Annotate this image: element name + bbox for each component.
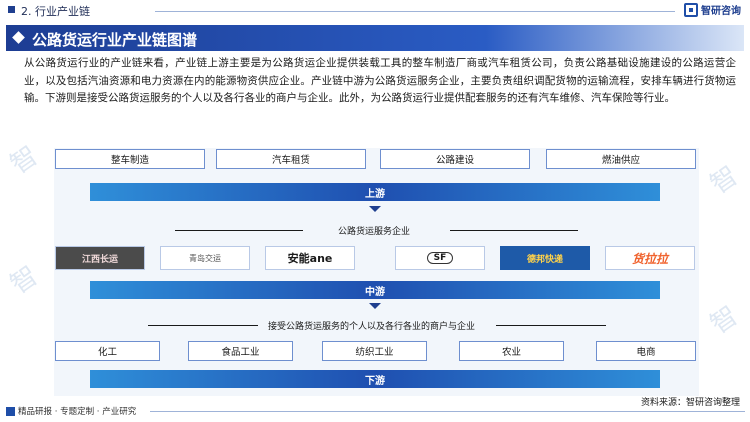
diamond-icon [12,31,25,44]
downstream-sub-label: 接受公路货运服务的个人以及各行各业的商户与企业 [268,322,476,332]
footer-tagline: 精品研报 · 专题定制 · 产业研究 [6,405,136,417]
downstream-item: 化工 [55,341,160,361]
downstream-band: 下游 [90,370,660,388]
downstream-item: 纺织工业 [322,341,427,361]
report-icon [6,407,15,416]
page-header: 2. 行业产业链 智研咨询 [0,0,750,22]
page-title: 公路货运行业产业链图谱 [32,31,198,49]
title-bar: 公路货运行业产业链图谱 [6,25,744,51]
source-note: 资料来源：智研咨询整理 [640,398,740,408]
downstream-item: 电商 [596,341,696,361]
upstream-item: 整车制造 [55,149,205,169]
watermark: 智 [705,300,744,341]
watermark: 智 [5,140,44,181]
midstream-band: 中游 [90,281,660,299]
footer-tagline-text: 精品研报 · 专题定制 · 产业研究 [18,407,137,417]
company-logo-sf: SF [395,246,485,270]
midstream-sub-label: 公路货运服务企业 [338,227,411,237]
divider-line [496,325,606,326]
divider-line [175,230,303,231]
header-divider [155,11,675,12]
divider-line [450,230,578,231]
divider-line [148,325,258,326]
company-logo-text: SF [426,252,454,264]
intro-paragraph: 从公路货运行业的产业链来看，产业链上游主要是为公路货运企业提供装载工具的整车制造… [24,57,736,104]
upstream-item: 公路建设 [380,149,530,169]
company-logo-text: 江西长运 [81,254,118,265]
upstream-item: 燃油供应 [546,149,696,169]
square-icon [8,6,15,13]
upstream-band: 上游 [90,183,660,201]
company-logo-text: 货拉拉 [631,251,668,266]
arrow-down-icon [369,206,381,212]
company-logo-debang: 德邦快递 [500,246,590,270]
company-logo-text: 安能ane [287,252,333,265]
company-logo-text: 青岛交运 [189,253,221,263]
footer-divider [150,411,745,412]
brand-icon [684,3,698,17]
company-logo-jiangxi: 江西长运 [55,246,145,270]
company-logo-huolala: 货拉拉 [605,246,695,270]
company-logo-qingdao: 青岛交运 [160,246,250,270]
watermark: 智 [5,260,44,301]
downstream-item: 食品工业 [188,341,293,361]
downstream-item: 农业 [459,341,564,361]
watermark: 智 [705,160,744,201]
upstream-item: 汽车租赁 [216,149,366,169]
company-logo-ane: 安能ane [265,246,355,270]
company-logo-text: 德邦快递 [526,254,563,265]
brand-name: 智研咨询 [701,6,741,17]
arrow-down-icon [369,303,381,309]
section-title: 2. 行业产业链 [21,5,90,18]
